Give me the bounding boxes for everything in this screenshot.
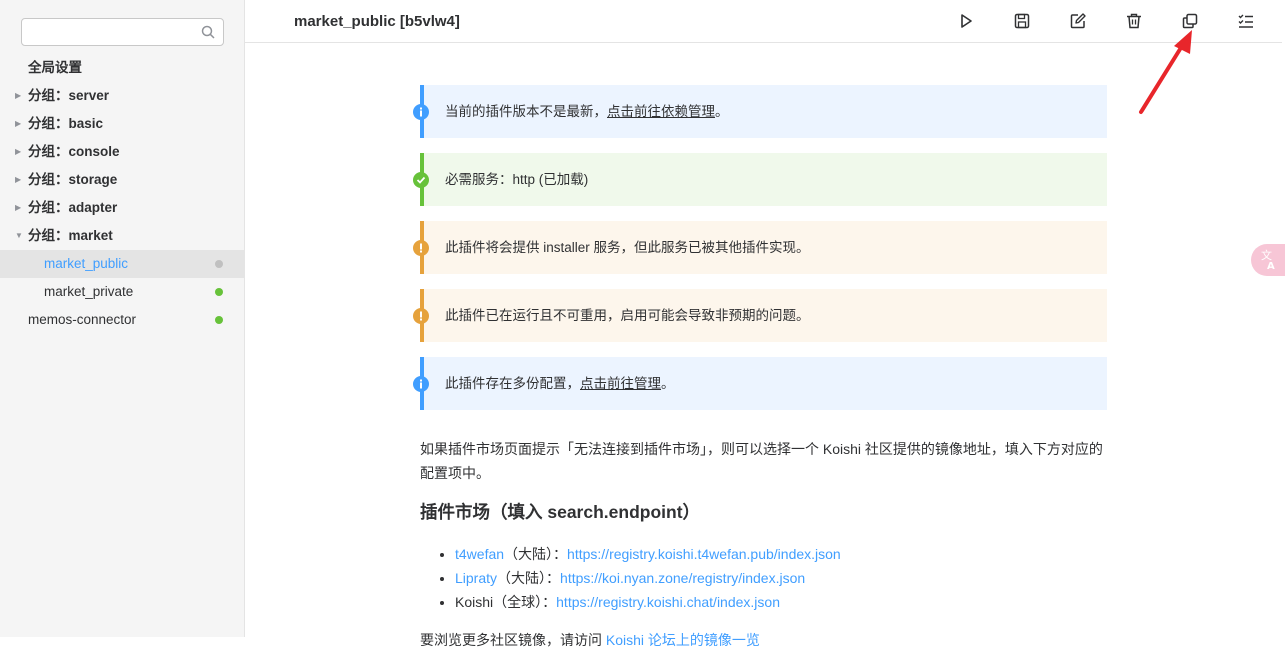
dependency-manage-link[interactable]: 点击前往依赖管理 — [607, 104, 715, 119]
mirror-list: t4wefan（大陆）：https://registry.koishi.t4we… — [420, 542, 1107, 614]
search-icon[interactable] — [201, 25, 215, 39]
mirror-name-link[interactable]: t4wefan — [455, 546, 504, 562]
notice-multiple-configs: 此插件存在多份配置，点击前往管理。 — [413, 357, 1107, 410]
caret-right-icon[interactable]: ▶ — [15, 82, 21, 110]
caret-right-icon[interactable]: ▶ — [15, 110, 21, 138]
caret-down-icon[interactable]: ▼ — [15, 222, 23, 250]
svg-text:文: 文 — [1261, 248, 1272, 262]
caret-right-icon[interactable]: ▶ — [15, 194, 21, 222]
notice-text: 此插件将会提供 installer 服务，但此服务已被其他插件实现。 — [445, 240, 810, 255]
mirror-name: Koishi — [455, 594, 494, 610]
tree-group-adapter[interactable]: ▶ 分组：adapter — [0, 194, 244, 222]
plugin-tree: 全局设置 ▶ 分组：server ▶ 分组：basic ▶ 分组：console… — [0, 54, 244, 334]
notice-suffix: 。 — [715, 104, 729, 119]
more-text: 要浏览更多社区镜像，请访问 — [420, 632, 606, 648]
intro-paragraph: 如果插件市场页面提示「无法连接到插件市场」，则可以选择一个 Koishi 社区提… — [420, 441, 1103, 481]
status-dot — [215, 316, 223, 324]
search-box[interactable] — [21, 18, 224, 46]
list-item: Lipraty（大陆）：https://koi.nyan.zone/regist… — [455, 566, 1107, 590]
tree-group-server[interactable]: ▶ 分组：server — [0, 82, 244, 110]
translate-icon: 文 A — [1261, 248, 1275, 272]
tree-group-storage[interactable]: ▶ 分组：storage — [0, 166, 244, 194]
tree-group-label: 分组：console — [28, 144, 120, 159]
notice-text: 此插件已在运行且不可重用，启用可能会导致非预期的问题。 — [445, 308, 810, 323]
notice-outdated-version: 当前的插件版本不是最新，点击前往依赖管理。 — [413, 85, 1107, 138]
more-mirrors-text: 要浏览更多社区镜像，请访问 Koishi 论坛上的镜像一览 — [420, 628, 1107, 652]
tree-item-market-private[interactable]: market_private — [0, 278, 244, 306]
edit-icon[interactable] — [1068, 11, 1088, 31]
notice-text: 此插件存在多份配置， — [445, 376, 580, 391]
info-icon — [413, 104, 429, 120]
tree-item-global-settings[interactable]: 全局设置 — [0, 54, 244, 82]
caret-right-icon[interactable]: ▶ — [15, 138, 21, 166]
notice-required-service: 必需服务：http (已加载) — [413, 153, 1107, 206]
tree-group-label: 分组：storage — [28, 172, 118, 187]
tree-group-market[interactable]: ▼ 分组：market — [0, 222, 244, 250]
checklist-icon[interactable] — [1236, 11, 1256, 31]
play-icon[interactable] — [956, 11, 976, 31]
notice-service-conflict: 此插件将会提供 installer 服务，但此服务已被其他插件实现。 — [413, 221, 1107, 274]
status-dot — [215, 288, 223, 296]
notice-text: 当前的插件版本不是最新， — [445, 104, 607, 119]
sidebar: 全局设置 ▶ 分组：server ▶ 分组：basic ▶ 分组：console… — [0, 0, 245, 637]
warning-icon — [413, 240, 429, 256]
notice-text: 必需服务：http (已加载) — [445, 172, 589, 187]
tree-item-memos-connector[interactable]: memos-connector — [0, 306, 244, 334]
svg-text:A: A — [1267, 261, 1275, 272]
caret-right-icon[interactable]: ▶ — [15, 166, 21, 194]
section-title: 插件市场（填入 search.endpoint） — [420, 502, 701, 522]
tree-item-label: 全局设置 — [28, 60, 82, 75]
translate-button[interactable]: 文 A — [1251, 244, 1285, 276]
mirror-url-link[interactable]: https://registry.koishi.t4wefan.pub/inde… — [567, 546, 841, 562]
mirror-region: （大陆）： — [504, 546, 568, 562]
tree-group-label: 分组：market — [28, 228, 113, 243]
tree-item-label: memos-connector — [28, 312, 137, 327]
tree-item-market-public[interactable]: market_public — [0, 250, 244, 278]
list-item: Koishi（全球）：https://registry.koishi.chat/… — [455, 590, 1107, 614]
list-item: t4wefan（大陆）：https://registry.koishi.t4we… — [455, 542, 1107, 566]
info-icon — [413, 376, 429, 392]
status-dot — [215, 260, 223, 268]
mirror-region: （大陆）： — [497, 570, 561, 586]
tree-group-label: 分组：adapter — [28, 200, 118, 215]
tree-group-label: 分组：basic — [28, 116, 104, 131]
search-input[interactable] — [22, 19, 197, 45]
mirror-region: （全球）： — [493, 594, 557, 610]
forum-mirrors-link[interactable]: Koishi 论坛上的镜像一览 — [606, 632, 760, 648]
save-icon[interactable] — [1012, 11, 1032, 31]
mirror-url-link[interactable]: https://koi.nyan.zone/registry/index.jso… — [560, 570, 805, 586]
notice-not-reusable: 此插件已在运行且不可重用，启用可能会导致非预期的问题。 — [413, 289, 1107, 342]
mirror-name-link[interactable]: Lipraty — [455, 570, 497, 586]
tree-item-label: market_private — [44, 284, 134, 299]
check-circle-icon — [413, 172, 429, 188]
tree-group-console[interactable]: ▶ 分组：console — [0, 138, 244, 166]
page-header: market_public [b5vlw4] — [245, 0, 1282, 43]
warning-icon — [413, 308, 429, 324]
mirror-url-link[interactable]: https://registry.koishi.chat/index.json — [556, 594, 780, 610]
tree-group-basic[interactable]: ▶ 分组：basic — [0, 110, 244, 138]
notice-suffix: 。 — [661, 376, 675, 391]
tree-item-label: market_public — [44, 256, 129, 271]
page-title: market_public [b5vlw4] — [294, 13, 460, 30]
main-content: 当前的插件版本不是最新，点击前往依赖管理。 必需服务：http (已加载) 此插… — [413, 85, 1107, 652]
tree-group-label: 分组：server — [28, 88, 110, 103]
manage-configs-link[interactable]: 点击前往管理 — [580, 376, 661, 391]
annotation-arrow — [1139, 30, 1192, 114]
